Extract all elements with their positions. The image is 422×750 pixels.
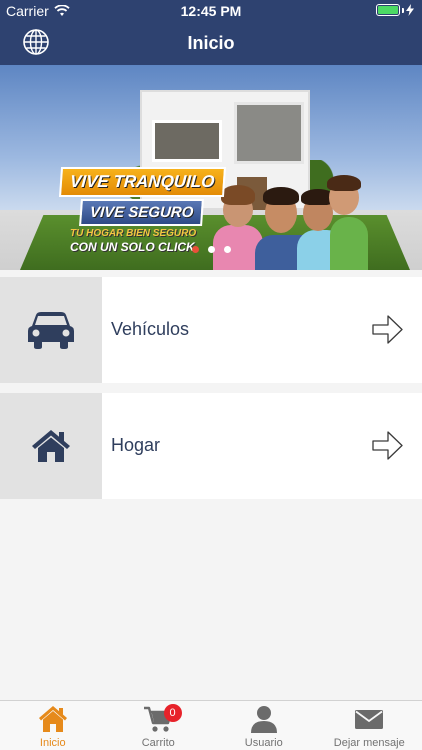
- tab-inicio[interactable]: Inicio: [0, 701, 106, 750]
- tab-label: Dejar mensaje: [333, 737, 405, 749]
- banner-family-image: [205, 175, 370, 270]
- carousel-dot[interactable]: [191, 246, 199, 253]
- battery-icon: [376, 4, 400, 16]
- house-icon: [32, 430, 70, 462]
- category-vehiculos[interactable]: Vehículos: [0, 277, 422, 383]
- promo-banner[interactable]: VIVE TRANQUILO VIVE SEGURO TU HOGAR BIEN…: [0, 65, 422, 270]
- category-label: Hogar: [111, 435, 161, 455]
- category-icon-tile: [0, 277, 102, 383]
- tab-carrito[interactable]: 0 Carrito: [106, 701, 212, 750]
- category-label: Vehículos: [111, 319, 190, 339]
- charging-icon: [406, 4, 414, 16]
- banner-headline-1: VIVE TRANQUILO: [58, 167, 226, 197]
- arrow-right-icon[interactable]: [371, 313, 404, 346]
- banner-tagline-1: TU HOGAR BIEN SEGURO: [70, 228, 197, 239]
- category-hogar[interactable]: Hogar: [0, 393, 422, 499]
- status-time: 12:45 PM: [180, 3, 242, 19]
- car-icon: [28, 312, 74, 349]
- user-icon: [250, 706, 277, 733]
- app-header: Carrier 12:45 PM Inicio: [0, 0, 422, 65]
- category-icon-tile: [0, 393, 102, 499]
- banner-headline-2: VIVE SEGURO: [79, 199, 205, 226]
- home-icon: [38, 706, 67, 732]
- arrow-right-icon[interactable]: [371, 429, 404, 462]
- cart-badge: 0: [163, 704, 182, 722]
- tab-label: Carrito: [141, 737, 175, 749]
- mail-icon: [355, 710, 384, 729]
- nav-bar: Inicio: [0, 22, 422, 65]
- carousel-dot[interactable]: [207, 246, 215, 253]
- carousel-page-indicator[interactable]: [0, 246, 422, 253]
- battery-indicator: [376, 4, 414, 16]
- page-title: Inicio: [187, 33, 235, 53]
- carousel-dot[interactable]: [223, 246, 231, 253]
- tab-label: Inicio: [39, 737, 66, 749]
- tab-usuario[interactable]: Usuario: [211, 701, 317, 750]
- tab-bar: Inicio 0 Carrito Usuario Dejar mensaje: [0, 700, 422, 750]
- tab-label: Usuario: [244, 737, 283, 749]
- status-bar: Carrier 12:45 PM: [0, 0, 422, 22]
- tab-dejar-mensaje[interactable]: Dejar mensaje: [317, 701, 422, 750]
